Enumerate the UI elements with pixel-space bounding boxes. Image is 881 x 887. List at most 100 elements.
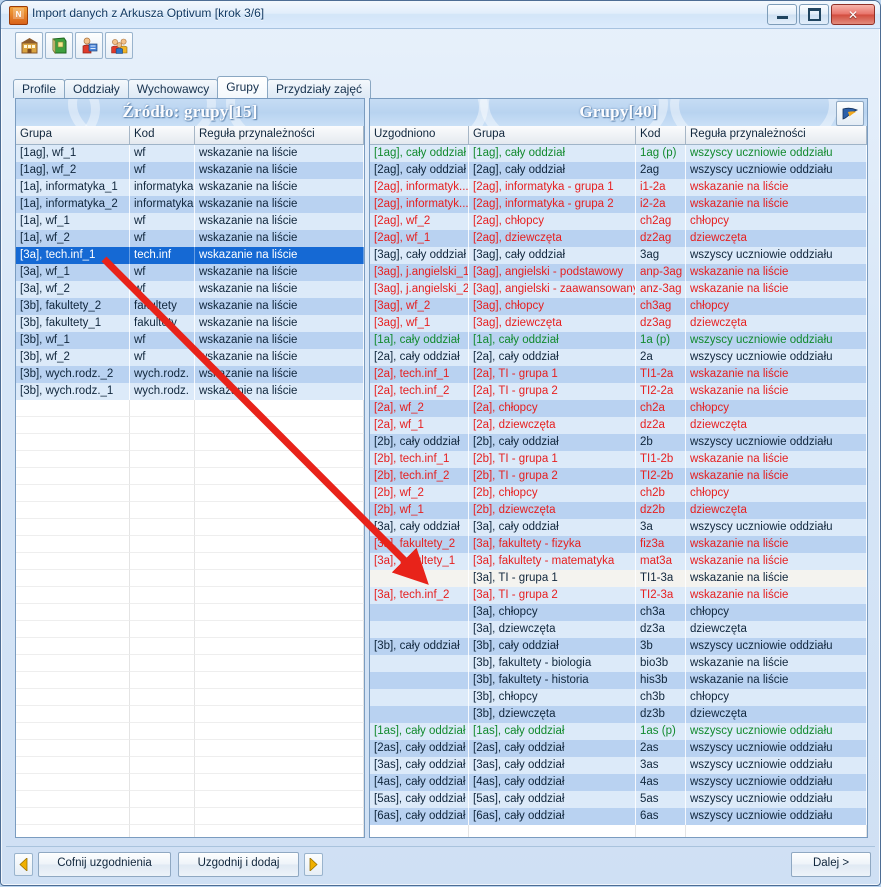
empty-row[interactable] [16, 808, 364, 825]
table-row[interactable]: [2a], wf_1 [2a], dziewczęta dz2a dziewczęta [370, 417, 867, 434]
empty-row[interactable] [16, 400, 364, 417]
table-row[interactable]: [3a], cały oddział [3a], cały oddział 3a ws… [370, 519, 867, 536]
table-row[interactable]: [2ag], wf_2 [2ag], chłopcy ch2ag chłopcy [370, 213, 867, 230]
table-row[interactable]: [2ag], informatyk... [2ag], informatyka -… [370, 179, 867, 196]
column-header-kod[interactable]: Kod [636, 126, 686, 144]
table-row[interactable]: [4as], cały oddział [4as], cały oddział 4a… [370, 774, 867, 791]
column-header-regula[interactable]: Reguła przynależności [195, 126, 364, 144]
table-row[interactable]: [2ag], wf_1 [2ag], dziewczęta dz2ag dziewcz… [370, 230, 867, 247]
table-row[interactable]: [3a], tech.inf_2 [3a], TI - grupa 2 TI2-3a… [370, 587, 867, 604]
table-row[interactable]: [3ag], j.angielski_2 [3ag], angielski - z… [370, 281, 867, 298]
table-row[interactable]: [2b], tech.inf_2 [2b], TI - grupa 2 TI2-2b… [370, 468, 867, 485]
column-header-kod[interactable]: Kod [130, 126, 195, 144]
table-row[interactable]: [5as], cały oddział [5as], cały oddział 5a… [370, 791, 867, 808]
empty-row[interactable] [16, 536, 364, 553]
maximize-button[interactable] [799, 4, 829, 25]
next-button[interactable]: Dalej > [791, 852, 871, 877]
table-row[interactable]: [2b], wf_1 [2b], dziewczęta dz2b dziewczęta [370, 502, 867, 519]
target-grid[interactable]: Uzgodniono Grupa Kod Reguła przynależnoś… [370, 126, 867, 837]
table-row[interactable]: [3a], TI - grupa 1 TI1-3a wskazanie na liś… [370, 570, 867, 587]
next-step-button[interactable] [304, 853, 323, 876]
table-row[interactable]: [3b], fakultety_1 fakultety wskazanie na l… [16, 315, 364, 332]
empty-row[interactable] [16, 825, 364, 837]
empty-row[interactable] [16, 621, 364, 638]
table-row[interactable]: [2b], tech.inf_1 [2b], TI - grupa 1 TI1-2b… [370, 451, 867, 468]
table-row[interactable]: [3a], dziewczęta dz3a dziewczęta [370, 621, 867, 638]
table-row[interactable]: [3b], wych.rodz._2 wych.rodz. wskazanie na… [16, 366, 364, 383]
empty-row[interactable] [16, 417, 364, 434]
empty-row[interactable] [16, 485, 364, 502]
table-row[interactable]: [2a], tech.inf_2 [2a], TI - grupa 2 TI2-2a… [370, 383, 867, 400]
table-row[interactable]: [3b], chłopcy ch3b chłopcy [370, 689, 867, 706]
reconcile-and-add-button[interactable]: Uzgodnij i dodaj [178, 852, 299, 877]
empty-row[interactable] [16, 553, 364, 570]
table-row[interactable]: [2b], cały oddział [2b], cały oddział 2b ws… [370, 434, 867, 451]
empty-row[interactable] [16, 757, 364, 774]
tab-oddzialy[interactable]: Oddziały [64, 79, 129, 98]
empty-row[interactable] [16, 689, 364, 706]
table-row[interactable]: [1ag], cały oddział [1ag], cały oddział 1a… [370, 145, 867, 162]
empty-row[interactable] [16, 451, 364, 468]
table-row[interactable]: [2a], wf_2 [2a], chłopcy ch2a chłopcy [370, 400, 867, 417]
empty-row[interactable] [16, 434, 364, 451]
source-grid[interactable]: Grupa Kod Reguła przynależności [1ag], w… [16, 126, 364, 837]
table-row[interactable]: [3b], wych.rodz._1 wych.rodz. wskazanie na… [16, 383, 364, 400]
table-row[interactable]: [3a], wf_2 wf wskazanie na liście [16, 281, 364, 298]
table-row[interactable]: [3b], fakultety - biologia bio3b wskazanie… [370, 655, 867, 672]
table-row[interactable]: [3a], wf_1 wf wskazanie na liście [16, 264, 364, 281]
table-row[interactable]: [3b], wf_1 wf wskazanie na liście [16, 332, 364, 349]
empty-row[interactable] [16, 468, 364, 485]
table-row[interactable]: [1a], informatyka_2 informatyka wskazanie … [16, 196, 364, 213]
filter-funnel-icon[interactable] [836, 101, 864, 126]
empty-row[interactable] [16, 519, 364, 536]
table-row[interactable]: [1a], wf_2 wf wskazanie na liście [16, 230, 364, 247]
students-icon[interactable] [105, 32, 133, 59]
table-row[interactable]: [1ag], wf_2 wf wskazanie na liście [16, 162, 364, 179]
tab-wychowawcy[interactable]: Wychowawcy [127, 79, 219, 98]
table-row[interactable]: [3ag], cały oddział [3ag], cały oddział 3a… [370, 247, 867, 264]
table-row[interactable]: [3b], fakultety_2 fakultety wskazanie na l… [16, 298, 364, 315]
table-row[interactable]: [3as], cały oddział [3as], cały oddział 3a… [370, 757, 867, 774]
table-row[interactable]: [2a], cały oddział [2a], cały oddział 2a ws… [370, 349, 867, 366]
book-icon[interactable] [45, 32, 73, 59]
table-row[interactable]: [6as], cały oddział [6as], cały oddział 6a… [370, 808, 867, 825]
empty-row[interactable] [16, 706, 364, 723]
tab-grupy[interactable]: Grupy [217, 76, 268, 98]
column-header-grupa[interactable]: Grupa [16, 126, 130, 144]
table-row[interactable]: [3b], dziewczęta dz3b dziewczęta [370, 706, 867, 723]
table-row[interactable]: [2b], wf_2 [2b], chłopcy ch2b chłopcy [370, 485, 867, 502]
empty-row[interactable] [16, 740, 364, 757]
empty-row[interactable] [16, 791, 364, 808]
table-row[interactable]: [3a], fakultety_2 [3a], fakultety - fizyk… [370, 536, 867, 553]
empty-row[interactable] [16, 774, 364, 791]
table-row[interactable]: [3ag], wf_2 [3ag], chłopcy ch3ag chłopcy [370, 298, 867, 315]
close-button[interactable]: ✕ [831, 4, 875, 25]
table-row[interactable]: [3b], wf_2 wf wskazanie na liście [16, 349, 364, 366]
table-row[interactable]: [3a], fakultety_1 [3a], fakultety - matem… [370, 553, 867, 570]
table-row[interactable]: [2ag], informatyk... [2ag], informatyka -… [370, 196, 867, 213]
table-row[interactable]: [1as], cały oddział [1as], cały oddział 1a… [370, 723, 867, 740]
table-row[interactable]: [3b], fakultety - historia his3b wskazanie… [370, 672, 867, 689]
table-row[interactable]: [3a], tech.inf_1 tech.inf wskazanie na liś… [16, 247, 364, 264]
previous-step-button[interactable] [14, 853, 33, 876]
empty-row[interactable] [16, 587, 364, 604]
teacher-icon[interactable] [75, 32, 103, 59]
empty-row[interactable] [16, 502, 364, 519]
tab-profile[interactable]: Profile [13, 79, 66, 98]
tab-przydzialy-zajec[interactable]: Przydziały zajęć [266, 79, 371, 98]
table-row[interactable]: [3a], chłopcy ch3a chłopcy [370, 604, 867, 621]
table-row[interactable]: [2a], tech.inf_1 [2a], TI - grupa 1 TI1-2a… [370, 366, 867, 383]
school-icon[interactable] [15, 32, 43, 59]
table-row[interactable]: [1a], informatyka_1 informatyka wskazanie … [16, 179, 364, 196]
table-row[interactable]: [3ag], wf_1 [3ag], dziewczęta dz3ag dziewcz… [370, 315, 867, 332]
empty-row[interactable] [370, 825, 867, 837]
table-row[interactable]: [3ag], j.angielski_1 [3ag], angielski - p… [370, 264, 867, 281]
column-header-regula[interactable]: Reguła przynależności [686, 126, 867, 144]
empty-row[interactable] [16, 655, 364, 672]
table-row[interactable]: [2ag], cały oddział [2ag], cały oddział 2a… [370, 162, 867, 179]
column-header-uzgodniono[interactable]: Uzgodniono [370, 126, 469, 144]
empty-row[interactable] [16, 570, 364, 587]
table-row[interactable]: [1ag], wf_1 wf wskazanie na liście [16, 145, 364, 162]
empty-row[interactable] [16, 723, 364, 740]
table-row[interactable]: [1a], cały oddział [1a], cały oddział 1a (… [370, 332, 867, 349]
